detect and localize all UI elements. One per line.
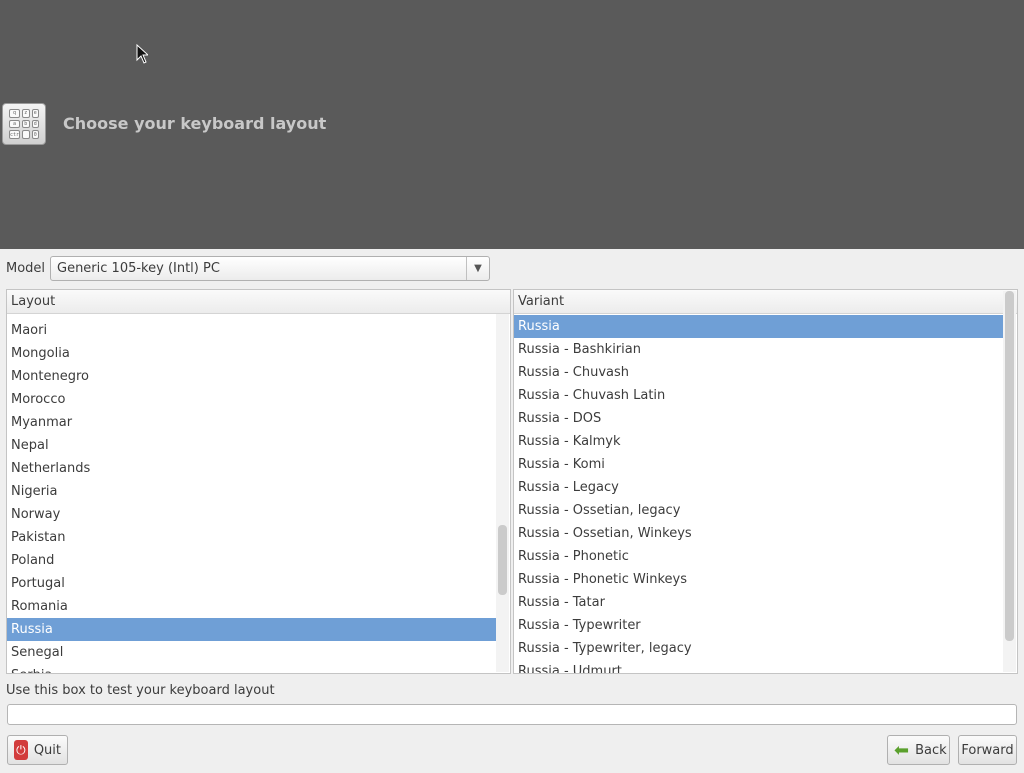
layout-list-item[interactable]: Serbia (7, 664, 496, 673)
variant-column-header[interactable]: Variant (514, 290, 1017, 314)
test-keyboard-input[interactable] (7, 704, 1017, 725)
variant-list-item[interactable]: Russia - Ossetian, Winkeys (514, 522, 1004, 545)
layout-list[interactable]: Layout Maori Mongolia Montenegro Morocco Mya… (6, 289, 511, 674)
forward-button-label: Forward (961, 742, 1014, 758)
variant-list-item[interactable]: Russia - Tatar (514, 591, 1004, 614)
layout-list-item[interactable]: Netherlands (7, 457, 496, 480)
layout-rows: Maori Mongolia Montenegro Morocco Myanmar Nep… (7, 314, 510, 673)
layout-list-item[interactable]: Nepal (7, 434, 496, 457)
variant-list-item[interactable]: Russia - Typewriter (514, 614, 1004, 637)
layout-list-item[interactable]: Nigeria (7, 480, 496, 503)
variant-list-item[interactable]: Russia - Chuvash (514, 361, 1004, 384)
layout-list-item[interactable]: Myanmar (7, 411, 496, 434)
model-row: Model Generic 105-key (Intl) PC ▼ (0, 255, 1024, 283)
power-icon: ⏻ (14, 740, 28, 760)
model-selected-value: Generic 105-key (Intl) PC (57, 261, 220, 276)
arrow-left-icon: ⬅ (894, 739, 910, 761)
variant-list-item[interactable]: Russia - Kalmyk (514, 430, 1004, 453)
variant-rows: Russia Russia - Bashkirian Russia - Chuvas… (514, 314, 1017, 673)
layout-list-item[interactable]: Poland (7, 549, 496, 572)
variant-list-item[interactable]: Russia - Ossetian, legacy (514, 499, 1004, 522)
variant-list-item[interactable]: Russia - Typewriter, legacy (514, 637, 1004, 660)
test-box-label: Use this box to test your keyboard layou… (6, 683, 275, 698)
page-title: Choose your keyboard layout (63, 114, 327, 133)
layout-list-item[interactable]: Norway (7, 503, 496, 526)
layout-list-item[interactable]: Morocco (7, 388, 496, 411)
model-label: Model (6, 261, 46, 276)
layout-list-item[interactable]: Maori (7, 319, 496, 342)
layout-scrollbar-thumb[interactable] (498, 525, 507, 595)
layout-list-item[interactable]: Russia (7, 618, 496, 641)
layout-list-item[interactable]: Mongolia (7, 342, 496, 365)
variant-list-item[interactable]: Russia - Chuvash Latin (514, 384, 1004, 407)
layout-list-item[interactable]: Portugal (7, 572, 496, 595)
mouse-cursor-icon (136, 44, 148, 64)
variant-list-item[interactable]: Russia (514, 315, 1004, 338)
variant-list-item[interactable]: Russia - Phonetic Winkeys (514, 568, 1004, 591)
variant-list-item[interactable]: Russia - DOS (514, 407, 1004, 430)
variant-list-item[interactable]: Russia - Bashkirian (514, 338, 1004, 361)
variant-list[interactable]: Variant Russia Russia - Bashkirian Russia … (513, 289, 1018, 674)
quit-button-label: Quit (33, 742, 61, 758)
header-banner: qze abd ctr 0 Choose your keyboard layout (0, 0, 1024, 249)
variant-list-item[interactable]: Russia - Udmurt (514, 660, 1004, 673)
layout-list-item[interactable]: Montenegro (7, 365, 496, 388)
keyboard-icon: qze abd ctr 0 (2, 103, 46, 145)
back-button[interactable]: ⬅ Back (887, 735, 950, 765)
variant-list-item[interactable]: Russia - Legacy (514, 476, 1004, 499)
layout-list-item[interactable]: Senegal (7, 641, 496, 664)
layout-list-item[interactable]: Pakistan (7, 526, 496, 549)
layout-list-item[interactable]: Romania (7, 595, 496, 618)
variant-scrollbar[interactable] (1003, 291, 1016, 672)
chevron-down-icon[interactable]: ▼ (466, 257, 489, 280)
variant-scrollbar-thumb[interactable] (1005, 291, 1014, 641)
variant-list-item[interactable]: Russia - Phonetic (514, 545, 1004, 568)
forward-button[interactable]: Forward (958, 735, 1017, 765)
layout-scrollbar[interactable] (496, 314, 509, 672)
quit-button[interactable]: ⏻ Quit (7, 735, 68, 765)
layout-column-header[interactable]: Layout (7, 290, 510, 314)
variant-list-item[interactable]: Russia - Komi (514, 453, 1004, 476)
model-dropdown[interactable]: Generic 105-key (Intl) PC ▼ (50, 256, 490, 281)
back-button-label: Back (915, 742, 947, 758)
